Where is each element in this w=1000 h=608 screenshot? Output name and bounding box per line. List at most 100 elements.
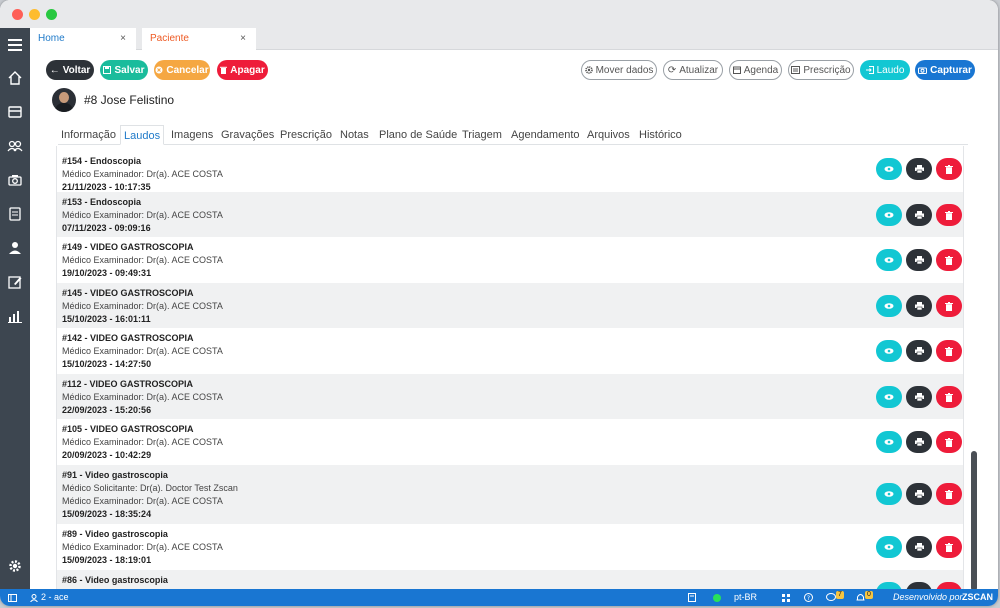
- report-row: #154 - Endoscopia Médico Examinador: Dr(…: [57, 146, 963, 192]
- minimize-window-button[interactable]: [29, 9, 40, 20]
- print-report-button[interactable]: [906, 158, 932, 180]
- eye-icon: [884, 544, 894, 550]
- tab-paciente-close-icon[interactable]: ×: [240, 28, 246, 50]
- report-date: 20/09/2023 - 10:42:29: [62, 450, 152, 460]
- trash-icon: [945, 164, 953, 174]
- maximize-window-button[interactable]: [46, 9, 57, 20]
- report-date: 15/10/2023 - 16:01:11: [62, 314, 151, 324]
- tab-laudos[interactable]: Laudos: [120, 125, 165, 145]
- delete-report-button[interactable]: [936, 483, 962, 505]
- delete-report-button[interactable]: [936, 295, 962, 317]
- doctor-icon[interactable]: [5, 238, 25, 258]
- view-report-button[interactable]: [876, 295, 902, 317]
- view-report-button[interactable]: [876, 431, 902, 453]
- panel-toggle-icon[interactable]: [8, 589, 17, 606]
- scrollbar-thumb[interactable]: [971, 451, 977, 591]
- back-button[interactable]: ← Voltar: [46, 60, 94, 80]
- report-title: #91 - Video gastroscopia: [62, 470, 168, 480]
- cancel-button[interactable]: Cancelar: [154, 60, 210, 80]
- view-report-button[interactable]: [876, 483, 902, 505]
- settings-gear-icon[interactable]: [5, 556, 25, 576]
- eye-icon: [884, 394, 894, 400]
- zscan-logo[interactable]: ZSCAN: [962, 589, 993, 606]
- print-report-button[interactable]: [906, 340, 932, 362]
- report-examiner: Médico Examinador: Dr(a). ACE COSTA: [62, 169, 223, 179]
- reports-chart-icon[interactable]: [5, 306, 25, 326]
- sign-in-icon: [865, 66, 874, 74]
- delete-report-button[interactable]: [936, 158, 962, 180]
- camera-icon[interactable]: [5, 170, 25, 190]
- delete-report-button[interactable]: [936, 386, 962, 408]
- capture-button[interactable]: Capturar: [915, 60, 975, 80]
- report-title: #149 - VIDEO GASTROSCOPIA: [62, 242, 194, 252]
- print-report-button[interactable]: [906, 204, 932, 226]
- tab-prescricao[interactable]: Prescrição: [277, 125, 335, 145]
- tab-home-close-icon[interactable]: ×: [120, 28, 126, 50]
- bookmark-icon[interactable]: [688, 589, 696, 606]
- grid-icon[interactable]: [782, 589, 790, 606]
- print-report-button[interactable]: [906, 431, 932, 453]
- print-report-button[interactable]: [906, 295, 932, 317]
- print-report-button[interactable]: [906, 386, 932, 408]
- status-user[interactable]: 2 - ace: [30, 589, 69, 606]
- menu-icon[interactable]: [5, 35, 25, 55]
- tab-triagem[interactable]: Triagem: [459, 125, 505, 145]
- list-scrollbar[interactable]: [970, 146, 978, 591]
- tab-home[interactable]: Home ×: [30, 28, 136, 50]
- home-icon[interactable]: [5, 68, 25, 88]
- close-window-button[interactable]: [12, 9, 23, 20]
- help-icon[interactable]: ?: [804, 589, 813, 606]
- tab-plano-de-saude[interactable]: Plano de Saúde: [376, 125, 460, 145]
- agenda-button[interactable]: Agenda: [729, 60, 782, 80]
- tab-notas[interactable]: Notas: [337, 125, 372, 145]
- document-icon[interactable]: [5, 204, 25, 224]
- print-report-button[interactable]: [906, 249, 932, 271]
- patient-avatar: [52, 88, 76, 112]
- tab-agendamento[interactable]: Agendamento: [508, 125, 583, 145]
- view-report-button[interactable]: [876, 158, 902, 180]
- delete-report-button[interactable]: [936, 249, 962, 271]
- trash-icon: [945, 255, 953, 265]
- tab-paciente[interactable]: Paciente ×: [142, 28, 256, 50]
- printer-icon: [914, 302, 924, 310]
- reception-icon[interactable]: [5, 102, 25, 122]
- report-examiner: Médico Examinador: Dr(a). ACE COSTA: [62, 210, 223, 220]
- delete-report-button[interactable]: [936, 431, 962, 453]
- report-row: #89 - Video gastroscopia Médico Examinad…: [57, 524, 963, 570]
- tab-arquivos[interactable]: Arquivos: [584, 125, 633, 145]
- tab-gravacoes[interactable]: Gravações: [218, 125, 277, 145]
- notifications-bell-icon[interactable]: 0: [856, 589, 873, 606]
- view-report-button[interactable]: [876, 204, 902, 226]
- print-report-button[interactable]: [906, 536, 932, 558]
- patients-icon[interactable]: [5, 136, 25, 156]
- eye-icon: [884, 166, 894, 172]
- delete-report-button[interactable]: [936, 536, 962, 558]
- move-data-button[interactable]: Mover dados: [581, 60, 657, 80]
- report-examiner: Médico Examinador: Dr(a). ACE COSTA: [62, 392, 223, 402]
- reports-list: #154 - Endoscopia Médico Examinador: Dr(…: [56, 146, 964, 591]
- tab-historico[interactable]: Histórico: [636, 125, 685, 145]
- view-report-button[interactable]: [876, 340, 902, 362]
- save-button[interactable]: Salvar: [100, 60, 148, 80]
- report-row: #105 - VIDEO GASTROSCOPIA Médico Examina…: [57, 419, 963, 465]
- language-selector[interactable]: pt-BR: [734, 589, 757, 606]
- tab-imagens[interactable]: Imagens: [168, 125, 216, 145]
- print-report-button[interactable]: [906, 483, 932, 505]
- camera-icon: [918, 67, 928, 74]
- tab-informacao[interactable]: Informação: [58, 125, 119, 145]
- report-row: #149 - VIDEO GASTROSCOPIA Médico Examina…: [57, 237, 963, 283]
- trash-icon: [945, 489, 953, 499]
- refresh-button[interactable]: ⟳ Atualizar: [663, 60, 723, 80]
- prescription-button[interactable]: Prescrição: [788, 60, 854, 80]
- arrow-left-icon: ←: [49, 64, 60, 76]
- view-report-button[interactable]: [876, 249, 902, 271]
- chat-icon[interactable]: 7: [826, 589, 844, 606]
- delete-report-button[interactable]: [936, 340, 962, 362]
- report-date: 15/09/2023 - 18:35:24: [62, 509, 152, 519]
- view-report-button[interactable]: [876, 536, 902, 558]
- view-report-button[interactable]: [876, 386, 902, 408]
- report-button[interactable]: Laudo: [860, 60, 910, 80]
- edit-icon[interactable]: [5, 272, 25, 292]
- delete-report-button[interactable]: [936, 204, 962, 226]
- delete-button[interactable]: Apagar: [217, 60, 268, 80]
